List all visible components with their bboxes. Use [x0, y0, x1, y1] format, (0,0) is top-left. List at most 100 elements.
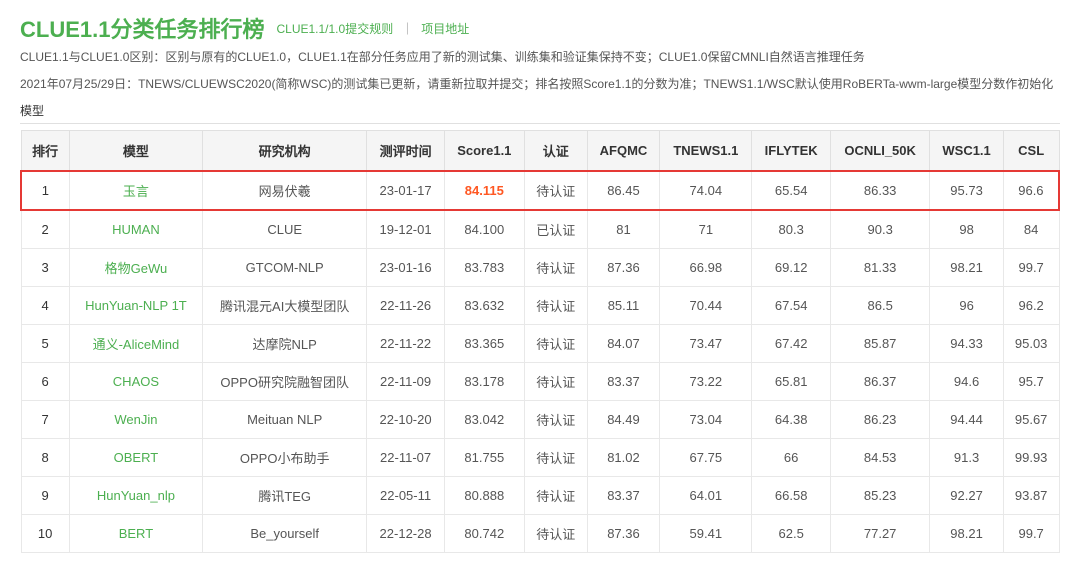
header-row: CLUE1.1分类任务排行榜 CLUE1.1/1.0提交规则 ｜ 项目地址 — [20, 12, 1060, 44]
cell-rank: 3 — [21, 249, 69, 287]
cell-date: 19-12-01 — [367, 210, 445, 249]
cell-iflytek: 67.54 — [752, 287, 831, 325]
submit-rules-link[interactable]: CLUE1.1/1.0提交规则 — [276, 20, 393, 37]
model-link[interactable]: CHAOS — [113, 374, 159, 389]
model-label: 模型 — [20, 102, 1060, 119]
cell-csl: 99.7 — [1003, 515, 1059, 553]
cell-org: GTCOM-NLP — [203, 249, 367, 287]
cell-score: 83.632 — [444, 287, 524, 325]
cell-afqmc: 84.07 — [587, 325, 660, 363]
cell-ocnli: 90.3 — [830, 210, 929, 249]
cell-date: 22-11-26 — [367, 287, 445, 325]
header-links: CLUE1.1/1.0提交规则 ｜ 项目地址 — [276, 20, 469, 37]
col-model: 模型 — [69, 131, 202, 172]
cell-score: 84.115 — [444, 171, 524, 210]
cell-csl: 96.2 — [1003, 287, 1059, 325]
table-row: 3格物GeWuGTCOM-NLP23-01-1683.783待认证87.3666… — [21, 249, 1059, 287]
cell-tnews: 59.41 — [660, 515, 752, 553]
page-wrapper: CLUE1.1分类任务排行榜 CLUE1.1/1.0提交规则 ｜ 项目地址 CL… — [0, 0, 1080, 573]
cell-iflytek: 69.12 — [752, 249, 831, 287]
cell-cert: 待认证 — [524, 439, 587, 477]
cell-cert: 待认证 — [524, 171, 587, 210]
cell-rank: 8 — [21, 439, 69, 477]
cell-csl: 96.6 — [1003, 171, 1059, 210]
cell-score: 83.783 — [444, 249, 524, 287]
cell-iflytek: 80.3 — [752, 210, 831, 249]
cell-wsc: 94.33 — [930, 325, 1003, 363]
cell-afqmc: 81 — [587, 210, 660, 249]
cell-wsc: 98.21 — [930, 515, 1003, 553]
cell-model: OBERT — [69, 439, 202, 477]
model-link[interactable]: 通义-AliceMind — [93, 337, 180, 352]
cell-score: 80.888 — [444, 477, 524, 515]
cell-org: 达摩院NLP — [203, 325, 367, 363]
model-link[interactable]: 格物GeWu — [105, 261, 168, 276]
cell-org: 腾讯TEG — [203, 477, 367, 515]
cell-afqmc: 85.11 — [587, 287, 660, 325]
cell-score: 80.742 — [444, 515, 524, 553]
table-row: 6CHAOSOPPO研究院融智团队22-11-0983.178待认证83.377… — [21, 363, 1059, 401]
cell-ocnli: 85.23 — [830, 477, 929, 515]
cell-ocnli: 77.27 — [830, 515, 929, 553]
cell-afqmc: 84.49 — [587, 401, 660, 439]
cell-tnews: 73.47 — [660, 325, 752, 363]
cell-ocnli: 86.23 — [830, 401, 929, 439]
cell-rank: 2 — [21, 210, 69, 249]
col-iflytek: IFLYTEK — [752, 131, 831, 172]
col-wsc: WSC1.1 — [930, 131, 1003, 172]
table-row: 10BERTBe_yourself22-12-2880.742待认证87.365… — [21, 515, 1059, 553]
cell-model: 格物GeWu — [69, 249, 202, 287]
cell-score: 81.755 — [444, 439, 524, 477]
cell-afqmc: 86.45 — [587, 171, 660, 210]
cell-wsc: 96 — [930, 287, 1003, 325]
cell-wsc: 92.27 — [930, 477, 1003, 515]
cell-afqmc: 87.36 — [587, 249, 660, 287]
cell-model: CHAOS — [69, 363, 202, 401]
divider — [20, 123, 1060, 124]
cell-iflytek: 66.58 — [752, 477, 831, 515]
cell-afqmc: 83.37 — [587, 477, 660, 515]
model-link[interactable]: HUMAN — [112, 222, 160, 237]
cell-iflytek: 65.54 — [752, 171, 831, 210]
model-link[interactable]: HunYuan_nlp — [97, 488, 175, 503]
col-score: Score1.1 — [444, 131, 524, 172]
col-csl: CSL — [1003, 131, 1059, 172]
cell-date: 22-11-22 — [367, 325, 445, 363]
table-row: 4HunYuan-NLP 1T腾讯混元AI大模型团队22-11-2683.632… — [21, 287, 1059, 325]
cell-tnews: 64.01 — [660, 477, 752, 515]
cell-ocnli: 86.5 — [830, 287, 929, 325]
cell-tnews: 73.04 — [660, 401, 752, 439]
col-date: 测评时间 — [367, 131, 445, 172]
cell-rank: 9 — [21, 477, 69, 515]
col-org: 研究机构 — [203, 131, 367, 172]
model-link[interactable]: HunYuan-NLP 1T — [85, 298, 187, 313]
cell-iflytek: 62.5 — [752, 515, 831, 553]
table-row: 8OBERTOPPO小布助手22-11-0781.755待认证81.0267.7… — [21, 439, 1059, 477]
cell-tnews: 67.75 — [660, 439, 752, 477]
cell-date: 22-11-07 — [367, 439, 445, 477]
model-link[interactable]: BERT — [119, 526, 153, 541]
cell-org: OPPO研究院融智团队 — [203, 363, 367, 401]
cell-rank: 6 — [21, 363, 69, 401]
cell-iflytek: 66 — [752, 439, 831, 477]
cell-ocnli: 85.87 — [830, 325, 929, 363]
cell-ocnli: 84.53 — [830, 439, 929, 477]
model-link[interactable]: 玉言 — [123, 184, 149, 199]
cell-rank: 10 — [21, 515, 69, 553]
cell-wsc: 98 — [930, 210, 1003, 249]
project-link[interactable]: 项目地址 — [421, 20, 469, 37]
cell-org: OPPO小布助手 — [203, 439, 367, 477]
cell-csl: 84 — [1003, 210, 1059, 249]
cell-date: 22-05-11 — [367, 477, 445, 515]
cell-date: 23-01-16 — [367, 249, 445, 287]
model-link[interactable]: WenJin — [114, 412, 157, 427]
header-row-tr: 排行 模型 研究机构 测评时间 Score1.1 认证 AFQMC TNEWS1… — [21, 131, 1059, 172]
model-link[interactable]: OBERT — [114, 450, 159, 465]
cell-model: HunYuan_nlp — [69, 477, 202, 515]
col-tnews: TNEWS1.1 — [660, 131, 752, 172]
cell-csl: 93.87 — [1003, 477, 1059, 515]
cell-cert: 待认证 — [524, 249, 587, 287]
cell-org: CLUE — [203, 210, 367, 249]
cell-rank: 5 — [21, 325, 69, 363]
cell-model: HunYuan-NLP 1T — [69, 287, 202, 325]
